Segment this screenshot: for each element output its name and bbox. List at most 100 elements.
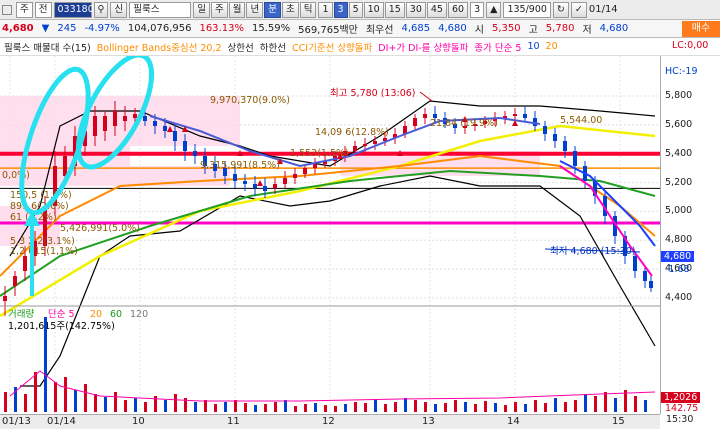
bollinger-legend[interactable]: Bollinger Bands중심선 20,2 [97,40,222,54]
candle-body [273,184,277,188]
volume-profile-label: 5,544.00 [560,115,602,126]
volume-bar [354,402,357,412]
candle-body [133,114,137,118]
volume-bar [94,394,97,412]
menu-select-2[interactable]: 전 [34,1,52,18]
candle-body [23,256,27,271]
price-chart[interactable]: 최고 5,780 (13:06)최저 4,680 (15:30)9,970,37… [0,56,660,414]
candle-body [173,131,177,141]
period-tab-4[interactable]: 분 [264,1,281,18]
period-tab-3[interactable]: 년 [246,1,264,18]
interval-button-5[interactable]: 5 [348,1,363,18]
di-legend[interactable]: DI+가 DI-를 상향돌파 [378,40,468,54]
volume-sma-value: 60 [110,309,122,320]
candle-body [233,174,237,181]
volume-sma-value: 20 [90,309,102,320]
candle-body [563,141,567,151]
interval-button-60[interactable]: 60 [447,1,469,18]
interval-button-15[interactable]: 15 [384,1,405,18]
candle-body [253,184,257,188]
candle-body [633,256,637,271]
candle-body [143,116,147,121]
volume-profile-label: 5,426,991(5.0%) [60,223,140,234]
spin-up-button[interactable]: ▲ [486,1,502,18]
best-quote-label: 최우선 [365,25,394,36]
period-tab-2[interactable]: 월 [228,1,246,18]
stock-code-input[interactable]: 033180 [53,1,94,18]
volume-bar [24,394,27,412]
volume-sma-label: 단순 5 [48,309,75,320]
candle-body [13,276,17,286]
volume-bar [254,405,257,412]
volume-bar [144,402,147,412]
volume-bar [534,400,537,412]
period-tab-6[interactable]: 틱 [299,1,317,18]
open-label: 시 [474,25,484,36]
volume-bar [374,400,377,412]
checkbox[interactable]: ✓ [570,1,587,18]
volume-bar [414,400,417,412]
sma-10-legend[interactable]: 10 [527,41,539,52]
sma-legend[interactable]: 종가 단순 5 [474,40,521,54]
cci-legend[interactable]: CCI기준선 상향돌파 [292,40,372,54]
volume-bar [204,400,207,412]
lock-button[interactable]: 신 [110,1,128,18]
interval-button-45[interactable]: 45 [426,1,447,18]
interval-button-3[interactable]: 3 [333,1,348,18]
interval-select[interactable]: 3 [470,1,485,18]
search-icon[interactable]: ⚲ [93,1,109,18]
volume-profile-label: 1,553(1.5%) [290,148,349,159]
date-tick-label: 01/14 [47,416,76,427]
refresh-icon[interactable]: ↻ [552,1,569,18]
lc-readout: LC:0,00 [672,40,709,51]
period-tab-5[interactable]: 초 [281,1,299,18]
bb-upper-legend[interactable]: 상한선 [228,40,254,54]
buy-button[interactable]: 매수 [682,21,720,37]
bb-lower-legend[interactable]: 하한선 [260,40,286,54]
volume-bar [274,402,277,412]
bid-price: 4,685 [401,23,431,34]
volume-bar [484,401,487,412]
candle-body [649,281,653,288]
interval-buttons: 1 3 5 10 15 30 45 60 [318,1,469,18]
interval-button-10[interactable]: 10 [363,1,384,18]
volume-bar [244,403,247,412]
volume-bar [504,405,507,412]
volume-bar [134,398,137,412]
volume-bar [304,404,307,412]
volume-bar [434,404,437,412]
quote-bar: 4,680 ▼ 245 -4.97% 104,076,956 163.13% 1… [0,20,720,38]
period-tab-0[interactable]: 일 [193,1,210,18]
date-tick-label: 15 [612,416,625,427]
volume-info: 1,201,615주(142.75%) [8,321,115,332]
volume-profile-label: 150,5 (1.0%) [10,190,72,201]
interval-button-1[interactable]: 1 [318,1,333,18]
period-tab-1[interactable]: 주 [210,1,228,18]
volume-bar [64,377,67,412]
price-tick-label: 4,400 [665,292,693,303]
interval-button-30[interactable]: 30 [405,1,426,18]
menu-select-1[interactable]: 주 [16,1,33,18]
time-corner-label: 15:30 [666,414,694,425]
volume-bar [74,390,77,412]
window-icon[interactable] [2,4,12,15]
candle-body [513,114,517,116]
ma-legend[interactable]: 필룩스 매물대 수(15) [4,40,91,54]
candle-body [423,114,427,118]
volume-profile-label: 1,2 615(1,1%) [10,246,78,257]
volume-bar [194,402,197,412]
volume-bar [164,400,167,412]
volume-bar [494,403,497,412]
high-price: 5,780 [545,23,575,34]
candle-body [183,141,187,151]
candle-body [283,178,287,184]
volume-bar [4,392,7,412]
count-field[interactable]: 135/900 [503,1,551,18]
sma-20-legend[interactable]: 20 [546,41,558,52]
date-tick-label: 11 [227,416,240,427]
volume-bar [364,403,367,412]
volume-bar [394,402,397,412]
volume-bar [604,392,607,412]
candle-body [363,144,367,146]
open-price: 5,350 [491,23,521,34]
